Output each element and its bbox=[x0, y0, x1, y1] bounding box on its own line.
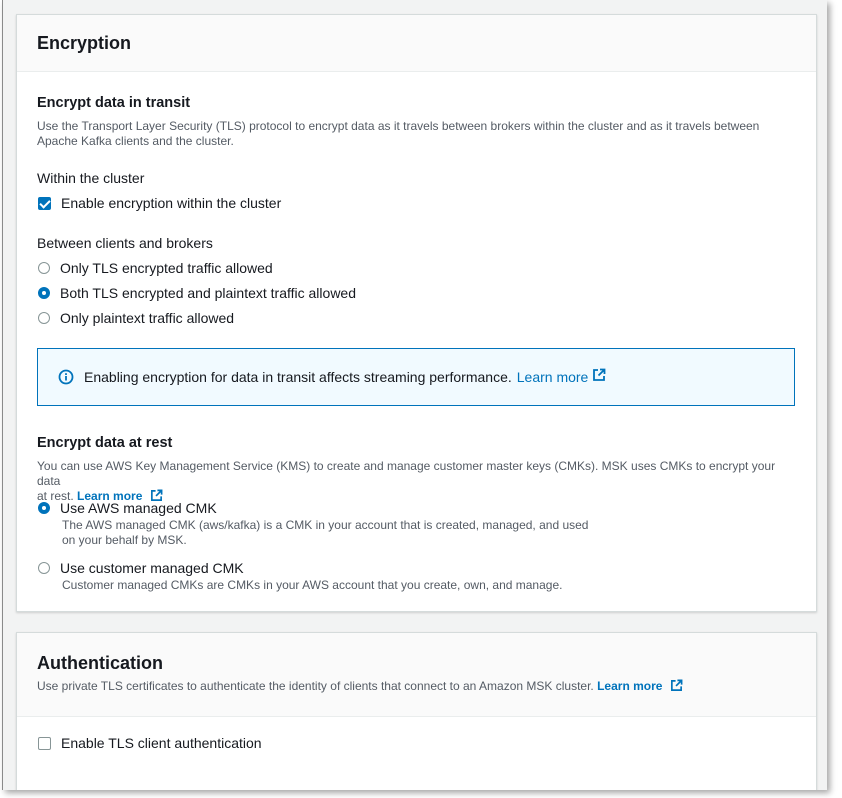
within-cluster-checkbox-label: Enable encryption within the cluster bbox=[61, 195, 282, 211]
between-clients-label: Between clients and brokers bbox=[37, 235, 213, 251]
radio-tls-only[interactable] bbox=[38, 262, 50, 274]
encryption-title: Encryption bbox=[37, 33, 132, 53]
aws-managed-cmk-description-line1: The AWS managed CMK (aws/kafka) is a CMK… bbox=[62, 518, 589, 532]
authentication-panel-header: Authentication Use private TLS certifica… bbox=[17, 633, 816, 717]
radio-plaintext-only-label: Only plaintext traffic allowed bbox=[60, 310, 235, 326]
rest-description: You can use AWS Key Management Service (… bbox=[37, 459, 797, 506]
screenshot-frame: Encryption Encrypt data in transit Use t… bbox=[2, 0, 827, 790]
authentication-description-row: Use private TLS certificates to authenti… bbox=[37, 679, 683, 696]
info-icon bbox=[58, 369, 74, 385]
transit-description-line1: Use the Transport Layer Security (TLS) p… bbox=[37, 119, 760, 133]
encryption-panel-header: Encryption bbox=[17, 15, 816, 72]
transit-heading: Encrypt data in transit bbox=[37, 95, 191, 111]
authentication-panel: Authentication Use private TLS certifica… bbox=[16, 632, 817, 790]
transit-description-line2: Apache Kafka clients and the cluster. bbox=[37, 134, 234, 148]
external-link-icon[interactable] bbox=[670, 679, 683, 696]
customer-managed-cmk-description: Customer managed CMKs are CMKs in your A… bbox=[62, 578, 563, 592]
within-cluster-label: Within the cluster bbox=[37, 170, 145, 186]
radio-option-both[interactable]: Both TLS encrypted and plaintext traffic… bbox=[38, 285, 356, 301]
info-alert-text: Enabling encryption for data in transit … bbox=[84, 369, 512, 385]
aws-managed-cmk-description: The AWS managed CMK (aws/kafka) is a CMK… bbox=[62, 518, 588, 548]
radio-aws-managed-cmk-label: Use AWS managed CMK bbox=[60, 500, 217, 516]
tls-client-auth-checkbox-row[interactable]: Enable TLS client authentication bbox=[38, 735, 262, 751]
radio-option-aws-managed-cmk[interactable]: Use AWS managed CMK bbox=[38, 500, 217, 516]
radio-option-tls-only[interactable]: Only TLS encrypted traffic allowed bbox=[38, 260, 273, 276]
radio-customer-managed-cmk[interactable] bbox=[38, 562, 50, 574]
tls-client-auth-checkbox[interactable] bbox=[38, 736, 51, 750]
rest-heading: Encrypt data at rest bbox=[37, 435, 173, 451]
radio-both-label: Both TLS encrypted and plaintext traffic… bbox=[60, 285, 356, 301]
encryption-panel: Encryption Encrypt data in transit Use t… bbox=[16, 14, 817, 612]
radio-plaintext-only[interactable] bbox=[38, 312, 50, 324]
radio-aws-managed-cmk[interactable] bbox=[38, 502, 50, 514]
aws-managed-cmk-description-line2: on your behalf by MSK. bbox=[62, 533, 187, 547]
authentication-description: Use private TLS certificates to authenti… bbox=[37, 679, 594, 693]
transit-description: Use the Transport Layer Security (TLS) p… bbox=[37, 119, 797, 149]
authentication-title: Authentication bbox=[37, 653, 163, 673]
info-learn-more-link[interactable]: Learn more bbox=[517, 369, 589, 385]
radio-tls-only-label: Only TLS encrypted traffic allowed bbox=[60, 260, 273, 276]
authentication-learn-more-link[interactable]: Learn more bbox=[597, 679, 662, 693]
within-cluster-checkbox-row[interactable]: Enable encryption within the cluster bbox=[38, 195, 281, 211]
radio-option-customer-managed-cmk[interactable]: Use customer managed CMK bbox=[38, 560, 244, 576]
radio-option-plaintext-only[interactable]: Only plaintext traffic allowed bbox=[38, 310, 234, 326]
external-link-icon[interactable] bbox=[592, 368, 606, 387]
within-cluster-checkbox[interactable] bbox=[38, 196, 51, 210]
rest-description-line1: You can use AWS Key Management Service (… bbox=[37, 459, 776, 488]
tls-client-auth-checkbox-label: Enable TLS client authentication bbox=[61, 735, 262, 751]
transit-info-alert: Enabling encryption for data in transit … bbox=[37, 348, 795, 406]
radio-both[interactable] bbox=[38, 287, 50, 299]
radio-customer-managed-cmk-label: Use customer managed CMK bbox=[60, 560, 244, 576]
